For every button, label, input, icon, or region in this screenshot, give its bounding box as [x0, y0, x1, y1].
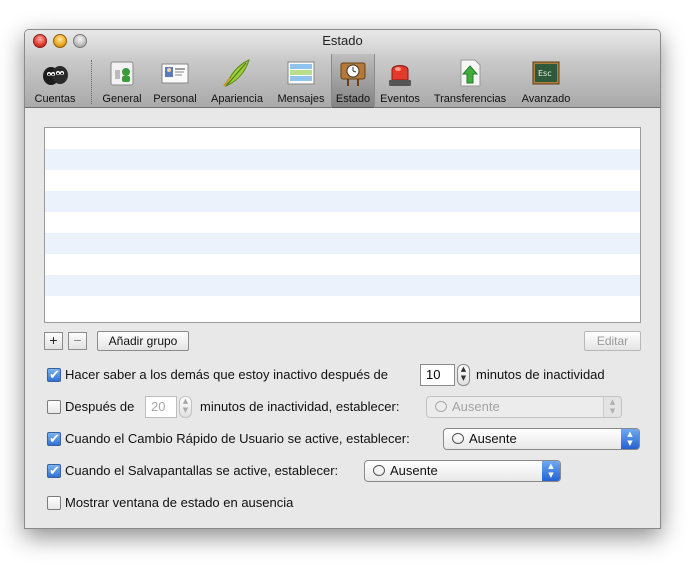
personal-icon [161, 63, 189, 84]
after-idle-label: Después de [65, 399, 135, 414]
after-idle-minutes-field[interactable]: 20 [145, 396, 177, 418]
speech-bubble-icon [373, 465, 385, 476]
idle-notify-suffix: minutos de inactividad [476, 367, 605, 382]
screensaver-label: Cuando el Salvapantallas se active, esta… [65, 463, 339, 478]
idle-notify-checkbox[interactable] [47, 365, 61, 387]
toolbar-label-personal: Personal [153, 93, 197, 105]
list-row[interactable] [45, 275, 640, 296]
list-row[interactable] [45, 233, 640, 254]
list-row[interactable] [45, 212, 640, 233]
advanced-icon: Esc [532, 61, 560, 85]
add-button[interactable]: + [44, 332, 63, 350]
list-row[interactable] [45, 170, 640, 191]
general-icon [110, 61, 134, 86]
screensaver-status-value: Ausente [390, 463, 438, 478]
toolbar-label-apariencia: Apariencia [211, 93, 263, 105]
toolbar-item-apariencia[interactable]: Apariencia [205, 54, 269, 108]
idle-notify-label: Hacer saber a los demás que estoy inacti… [65, 367, 389, 382]
idle-minutes-stepper[interactable]: ▲ ▼ [457, 364, 470, 386]
toolbar-separator [91, 60, 92, 104]
fast-user-label: Cuando el Cambio Rápido de Usuario se ac… [65, 431, 410, 446]
after-idle-suffix: minutos de inactividad, establecer: [200, 399, 400, 414]
toolbar-label-eventos: Eventos [380, 93, 420, 105]
group-list[interactable] [44, 127, 641, 323]
status-icon [340, 62, 366, 86]
edit-button[interactable]: Editar [584, 331, 641, 351]
speech-bubble-icon [452, 433, 464, 444]
fast-user-status-popup[interactable]: Ausente ▲ ▼ [443, 428, 640, 450]
toolbar-label-estado: Estado [335, 93, 371, 105]
screensaver-checkbox[interactable] [47, 461, 61, 483]
toolbar-label-general: General [102, 93, 142, 105]
toolbar-item-general[interactable]: General [99, 54, 145, 108]
fast-user-checkbox[interactable] [47, 429, 61, 451]
preferences-toolbar: Cuentas General Personal Apariencia Mens… [25, 54, 660, 108]
fast-user-status-value: Ausente [469, 431, 517, 446]
after-idle-status-popup[interactable]: Ausente ▲ ▼ [426, 396, 622, 418]
toolbar-label-mensajes: Mensajes [277, 93, 325, 105]
idle-minutes-field[interactable]: 10 [420, 364, 455, 386]
speech-bubble-icon [435, 401, 447, 412]
toolbar-label-cuentas: Cuentas [34, 93, 76, 105]
list-row[interactable] [45, 296, 640, 317]
list-row[interactable] [45, 254, 640, 275]
after-idle-status-value: Ausente [452, 399, 500, 414]
chevron-updown-icon: ▲ ▼ [621, 429, 639, 449]
window-title: Estado [322, 33, 363, 48]
show-window-label: Mostrar ventana de estado en ausencia [65, 495, 294, 510]
toolbar-item-avanzado[interactable]: Esc Avanzado [517, 54, 575, 108]
events-icon [389, 65, 411, 86]
screensaver-status-popup[interactable]: Ausente ▲ ▼ [364, 460, 561, 482]
svg-text:Esc: Esc [538, 69, 552, 78]
add-group-button[interactable]: Añadir grupo [97, 331, 189, 351]
messages-icon [287, 61, 315, 85]
remove-button[interactable]: − [68, 332, 87, 350]
appearance-icon [223, 59, 250, 88]
toolbar-item-mensajes[interactable]: Mensajes [272, 54, 330, 108]
title-bar: Estado Cuentas General Personal Aparienc… [25, 30, 660, 108]
list-row[interactable] [45, 149, 640, 170]
list-row[interactable] [45, 191, 640, 212]
list-row[interactable] [45, 128, 640, 149]
chevron-updown-icon: ▲ ▼ [603, 397, 621, 417]
accounts-icon [43, 66, 68, 85]
toolbar-item-personal[interactable]: Personal [149, 54, 201, 108]
after-idle-minutes-stepper[interactable]: ▲ ▼ [179, 396, 192, 418]
toolbar-item-transferencias[interactable]: Transferencias [429, 54, 511, 108]
toolbar-item-eventos[interactable]: Eventos [377, 54, 423, 108]
toolbar-item-cuentas[interactable]: Cuentas [27, 54, 83, 108]
after-idle-checkbox[interactable] [47, 400, 61, 414]
toolbar-item-estado[interactable]: Estado [331, 54, 375, 108]
transfers-icon [460, 59, 481, 87]
toolbar-label-transferencias: Transferencias [433, 93, 507, 105]
preferences-window: Estado Cuentas General Personal Aparienc… [24, 29, 661, 529]
show-window-checkbox[interactable] [47, 496, 61, 510]
toolbar-label-avanzado: Avanzado [521, 93, 571, 105]
chevron-updown-icon: ▲ ▼ [542, 461, 560, 481]
